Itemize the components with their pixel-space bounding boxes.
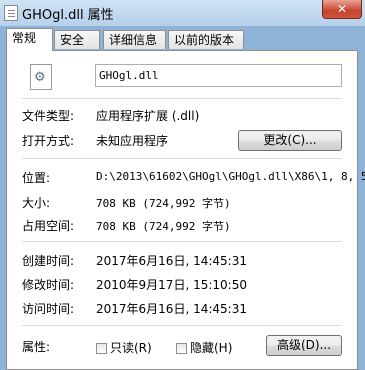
- modified-label: 修改时间:: [22, 278, 75, 292]
- change-button[interactable]: 更改(C)...: [238, 130, 342, 151]
- accessed-label: 访问时间:: [22, 302, 75, 316]
- title-bar: GHOgl.dll 属性 ✕: [0, 0, 365, 26]
- file-name-field[interactable]: GHOgl.dll: [95, 64, 342, 87]
- size-on-disk-label: 占用空间:: [22, 219, 75, 233]
- attributes-label: 属性:: [22, 340, 51, 354]
- created-label: 创建时间:: [22, 254, 75, 268]
- size-value: 708 KB (724,992 字节): [96, 197, 231, 210]
- file-type-value: 应用程序扩展 (.dll): [96, 109, 200, 123]
- modified-value: 2010年9月17日, 15:10:50: [96, 278, 247, 292]
- tab-details[interactable]: 详细信息: [103, 30, 166, 49]
- divider: [22, 158, 342, 159]
- checkbox-box[interactable]: [176, 343, 187, 354]
- divider: [22, 98, 342, 99]
- dll-file-icon: [30, 64, 52, 90]
- location-value: D:\2013\61602\GHOgl\GHOgl.dll\X86\1, 8, …: [96, 170, 365, 183]
- divider: [22, 241, 342, 242]
- created-value: 2017年6月16日, 14:45:31: [96, 254, 247, 268]
- readonly-checkbox[interactable]: 只读(R): [96, 339, 152, 356]
- tab-security[interactable]: 安全: [54, 30, 100, 49]
- open-with-label: 打开方式:: [22, 134, 75, 148]
- file-type-label: 文件类型:: [22, 109, 75, 123]
- readonly-label: 只读(R): [110, 341, 152, 355]
- tab-general[interactable]: 常规: [6, 28, 53, 51]
- close-button[interactable]: ✕: [322, 0, 362, 19]
- open-with-value: 未知应用程序: [96, 134, 169, 148]
- tab-previous-versions[interactable]: 以前的版本: [168, 30, 244, 49]
- checkbox-box[interactable]: [96, 343, 107, 354]
- window-title: GHOgl.dll 属性: [22, 8, 114, 23]
- document-icon: [4, 5, 18, 21]
- hidden-checkbox[interactable]: 隐藏(H): [176, 339, 232, 356]
- accessed-value: 2017年6月16日, 14:45:31: [96, 302, 247, 316]
- location-label: 位置:: [22, 171, 51, 185]
- divider: [22, 325, 342, 326]
- advanced-button[interactable]: 高级(D)...: [266, 335, 342, 356]
- hidden-label: 隐藏(H): [190, 341, 233, 355]
- size-on-disk-value: 708 KB (724,992 字节): [96, 220, 231, 233]
- size-label: 大小:: [22, 196, 51, 210]
